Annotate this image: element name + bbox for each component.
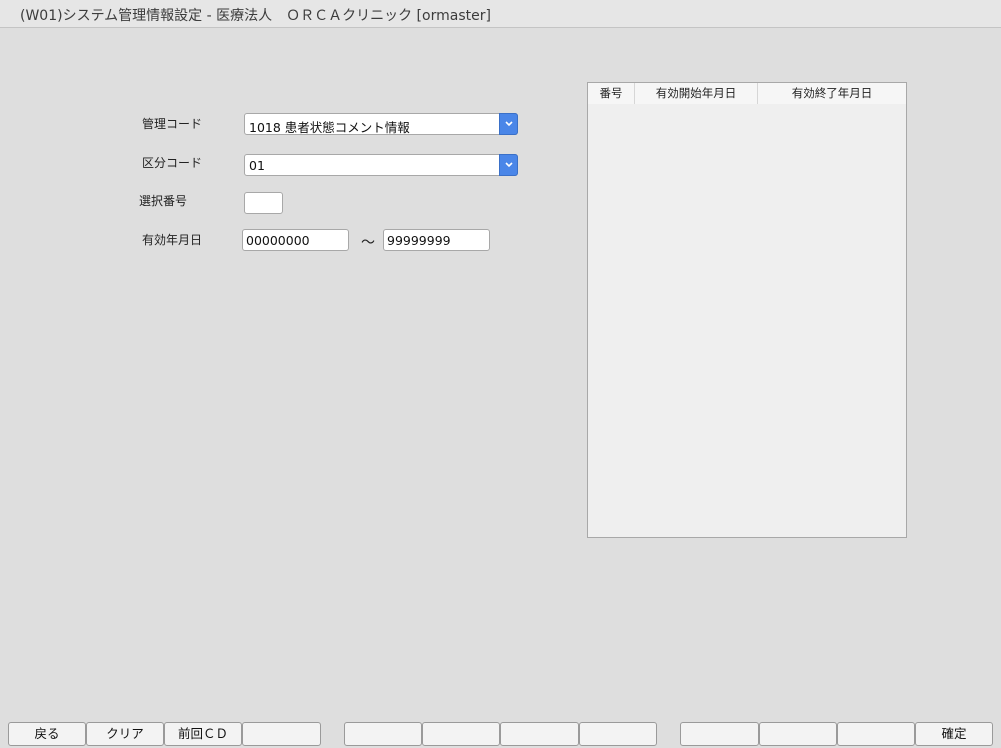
f8-button[interactable]: [579, 722, 657, 746]
previous-cd-button[interactable]: 前回ＣＤ: [164, 722, 242, 746]
confirm-button[interactable]: 確定: [915, 722, 993, 746]
column-header-end-date[interactable]: 有効終了年月日: [758, 83, 906, 104]
f4-button[interactable]: [242, 722, 321, 746]
f6-button[interactable]: [422, 722, 500, 746]
kanri-code-label: 管理コード: [142, 117, 203, 131]
back-button[interactable]: 戻る: [8, 722, 86, 746]
f10-button[interactable]: [759, 722, 837, 746]
f7-button[interactable]: [500, 722, 579, 746]
f9-button[interactable]: [680, 722, 759, 746]
kubun-code-select[interactable]: 01: [244, 154, 518, 176]
kanri-code-select[interactable]: 1018 患者状態コメント情報: [244, 113, 518, 135]
sentaku-bango-label: 選択番号: [139, 194, 188, 208]
kubun-code-dropdown-button[interactable]: [499, 154, 518, 176]
period-list[interactable]: 番号 有効開始年月日 有効終了年月日: [587, 82, 907, 538]
yuko-date-to-input[interactable]: [383, 229, 490, 251]
kanri-code-value: 1018 患者状態コメント情報: [249, 120, 410, 135]
f5-button[interactable]: [344, 722, 422, 746]
clear-button[interactable]: クリア: [86, 722, 164, 746]
sentaku-bango-input[interactable]: [244, 192, 283, 214]
yuko-date-from-input[interactable]: [242, 229, 349, 251]
date-range-separator: ～: [361, 235, 375, 251]
chevron-down-icon: [505, 121, 513, 127]
chevron-down-icon: [505, 162, 513, 168]
kanri-code-dropdown-button[interactable]: [499, 113, 518, 135]
window-title: (W01)システム管理情報設定 - 医療法人 ＯＲＣＡクリニック [ormast…: [20, 8, 491, 24]
yuko-date-label: 有効年月日: [142, 233, 203, 247]
kubun-code-label: 区分コード: [142, 156, 203, 170]
kubun-code-value: 01: [249, 158, 265, 173]
column-header-bango[interactable]: 番号: [588, 83, 635, 104]
column-header-start-date[interactable]: 有効開始年月日: [635, 83, 758, 104]
f11-button[interactable]: [837, 722, 915, 746]
title-bar: (W01)システム管理情報設定 - 医療法人 ＯＲＣＡクリニック [ormast…: [0, 0, 1001, 28]
